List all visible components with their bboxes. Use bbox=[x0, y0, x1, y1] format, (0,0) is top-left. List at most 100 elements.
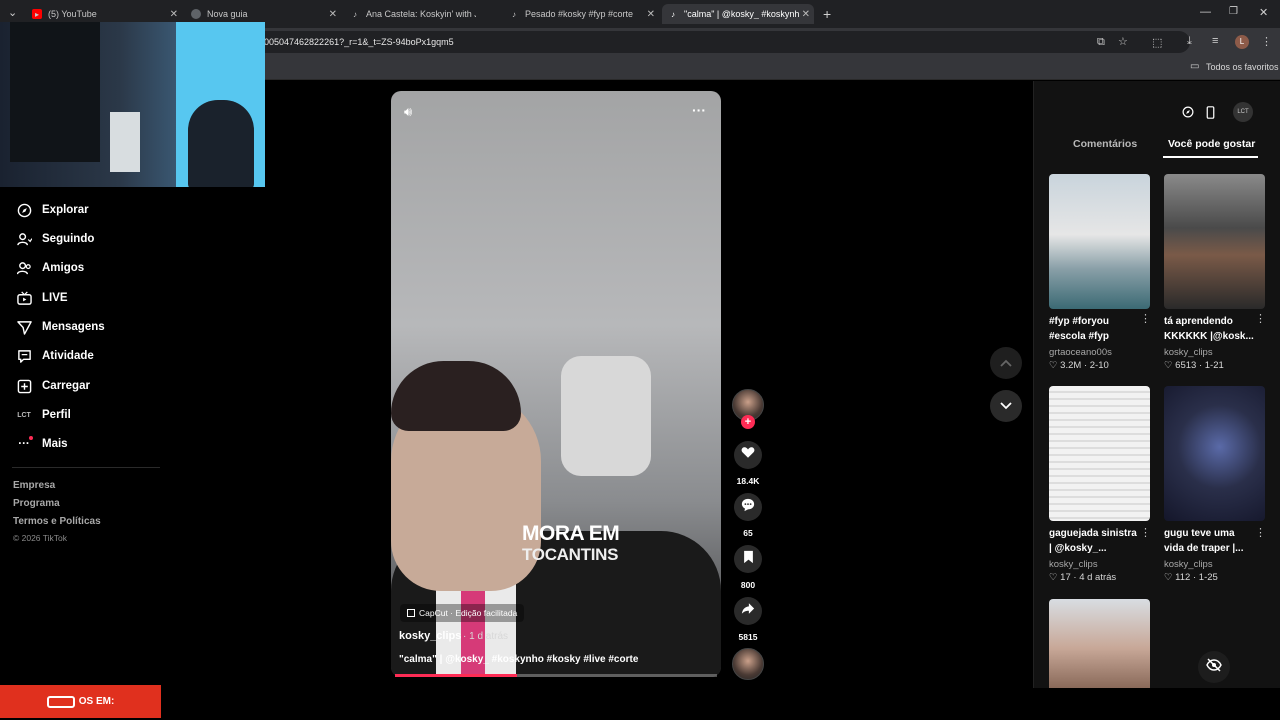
video-date: 4 d atrás bbox=[1079, 572, 1117, 583]
video-thumbnail[interactable] bbox=[1164, 174, 1265, 309]
nav-mais[interactable]: ··· Mais bbox=[16, 434, 68, 454]
video-title[interactable]: gaguejada sinistra | @kosky_... bbox=[1049, 526, 1139, 556]
video-title[interactable]: #fyp #foryou #escola #fyp bbox=[1049, 314, 1139, 344]
eye-off-icon bbox=[1206, 657, 1222, 677]
all-bookmarks-link[interactable]: Todos os favoritos bbox=[1206, 62, 1279, 72]
close-icon[interactable]: ✕ bbox=[170, 9, 178, 20]
capcut-label: CapCut · Edição facilitada bbox=[419, 608, 518, 618]
discover-icon[interactable] bbox=[1180, 104, 1196, 120]
save-count: 800 bbox=[740, 580, 756, 590]
live-banner[interactable]: OS EM: bbox=[0, 685, 161, 718]
video-title[interactable]: tá aprendendo KKKKKK |@kosk... bbox=[1164, 314, 1254, 344]
next-video-button[interactable] bbox=[990, 390, 1022, 422]
new-tab-icon[interactable]: + bbox=[823, 6, 831, 22]
install-app-icon[interactable]: ⧉ bbox=[1097, 36, 1105, 49]
video-player[interactable] bbox=[391, 91, 721, 677]
video-author[interactable]: kosky_clips bbox=[1164, 559, 1213, 570]
video-more-icon[interactable]: ⋮ bbox=[1255, 312, 1266, 325]
video-progress-bar[interactable] bbox=[395, 674, 717, 677]
tab-search-icon[interactable]: ⌄ bbox=[8, 6, 17, 19]
video-thumbnail[interactable] bbox=[1164, 386, 1265, 521]
tiktok-icon: ♪ bbox=[671, 9, 675, 19]
extensions-icon[interactable]: ⬚ bbox=[1152, 36, 1162, 49]
friends-icon bbox=[16, 260, 32, 276]
video-title[interactable]: gugu teve uma vida de traper |... bbox=[1164, 526, 1254, 556]
video-stats: ♡ 112 · 1-25 bbox=[1164, 572, 1218, 583]
footer-link-programa[interactable]: Programa bbox=[13, 498, 60, 509]
video-more-icon[interactable]: ⋮ bbox=[1140, 526, 1151, 539]
video-thumbnail[interactable] bbox=[1049, 599, 1150, 688]
tab-tiktok-2[interactable]: ♪ Pesado #kosky #fyp #corte | ko ✕ bbox=[509, 4, 655, 24]
previous-video-button[interactable] bbox=[990, 347, 1022, 379]
follow-plus-icon[interactable]: + bbox=[741, 415, 755, 429]
footer-link-termos[interactable]: Termos e Políticas bbox=[13, 516, 101, 527]
close-icon[interactable]: ✕ bbox=[647, 9, 655, 20]
nav-live[interactable]: LIVE bbox=[16, 288, 68, 308]
nav-label: Carregar bbox=[42, 380, 90, 392]
video-more-icon[interactable]: ⋮ bbox=[1255, 526, 1266, 539]
more-icon: ··· bbox=[16, 436, 33, 452]
activity-icon bbox=[16, 348, 32, 364]
volume-icon[interactable]: 🔊︎ bbox=[404, 104, 412, 120]
url-text[interactable]: 005047462822261?_r=1&_t=ZS-94boPx1gqm5 bbox=[264, 37, 454, 47]
nav-atividade[interactable]: Atividade bbox=[16, 346, 94, 366]
user-avatar-icon[interactable]: LCT bbox=[1233, 102, 1253, 122]
heart-icon bbox=[741, 446, 755, 464]
kebab-menu-icon[interactable]: ⋮ bbox=[1261, 35, 1272, 48]
video-likes: 17 bbox=[1060, 572, 1071, 583]
tab-tiktok-active[interactable]: ♪ "calma" | @kosky_ #koskynho # ✕ bbox=[662, 4, 814, 24]
tab-comentarios[interactable]: Comentários bbox=[1073, 138, 1137, 150]
nav-explorar[interactable]: Explorar bbox=[16, 200, 89, 220]
upload-icon bbox=[16, 378, 32, 394]
bookmark-star-icon[interactable]: ☆ bbox=[1118, 35, 1128, 48]
nav-perfil[interactable]: LCT Perfil bbox=[16, 405, 71, 425]
video-stats: ♡ 17 · 4 d atrás bbox=[1049, 572, 1116, 583]
share-icon bbox=[741, 602, 755, 620]
video-progress-fill bbox=[395, 674, 518, 677]
video-more-icon[interactable]: ⋮ bbox=[1140, 312, 1151, 325]
nav-seguindo[interactable]: Seguindo bbox=[16, 229, 94, 249]
active-tab-indicator bbox=[1163, 156, 1258, 158]
nav-amigos[interactable]: Amigos bbox=[16, 258, 84, 278]
tab-title: "calma" | @kosky_ #koskynho # bbox=[684, 9, 799, 19]
video-description[interactable]: "calma" | @kosky_ #koskynho #kosky #live… bbox=[399, 654, 638, 665]
heart-outline-icon: ♡ bbox=[1049, 572, 1058, 583]
hide-panel-button[interactable] bbox=[1198, 651, 1230, 683]
profile-avatar[interactable]: L bbox=[1235, 35, 1249, 49]
video-author[interactable]: kosky_clips bbox=[1049, 559, 1098, 570]
video-post-time: · 1 d atrás bbox=[463, 631, 509, 642]
video-thumbnail[interactable] bbox=[1049, 174, 1150, 309]
footer-link-empresa[interactable]: Empresa bbox=[13, 480, 55, 491]
close-icon[interactable]: ✕ bbox=[329, 9, 337, 20]
video-more-icon[interactable]: ··· bbox=[692, 102, 706, 118]
tab-voce-pode-gostar[interactable]: Você pode gostar bbox=[1168, 138, 1255, 150]
nav-label: Mais bbox=[42, 438, 68, 450]
capcut-badge[interactable]: CapCut · Edição facilitada bbox=[400, 604, 525, 622]
video-author[interactable]: kosky_clips bbox=[1164, 347, 1213, 358]
video-thumbnail[interactable] bbox=[1049, 386, 1150, 521]
user-follow-icon bbox=[16, 231, 32, 247]
save-button[interactable] bbox=[734, 545, 762, 573]
video-author[interactable]: grtaoceano00s bbox=[1049, 347, 1112, 358]
video-author[interactable]: kosky_clips bbox=[399, 630, 461, 642]
capcut-icon bbox=[407, 609, 415, 617]
nav-label: Amigos bbox=[42, 262, 85, 274]
restore-icon[interactable]: ❐ bbox=[1229, 6, 1238, 17]
music-disc-avatar[interactable] bbox=[732, 648, 764, 680]
share-button[interactable] bbox=[734, 597, 762, 625]
tab-youtube[interactable]: ▸ (5) YouTube ✕ bbox=[32, 4, 178, 24]
tab-new[interactable]: Nova guia ✕ bbox=[191, 4, 337, 24]
heart-outline-icon: ♡ bbox=[1164, 360, 1173, 371]
comment-button[interactable] bbox=[734, 493, 762, 521]
close-icon[interactable]: ✕ bbox=[802, 9, 810, 20]
mobile-icon[interactable] bbox=[1202, 104, 1218, 120]
media-icon[interactable]: ≡ bbox=[1212, 35, 1218, 47]
like-button[interactable] bbox=[734, 441, 762, 469]
close-window-icon[interactable]: ✕ bbox=[1259, 6, 1268, 19]
tab-tiktok-1[interactable]: ♪ Ana Castela: Koskyin' with Jon V bbox=[350, 4, 496, 24]
minimize-icon[interactable]: — bbox=[1200, 6, 1211, 18]
video-caption-line2: TOCANTINS bbox=[522, 545, 619, 564]
download-icon[interactable]: ⤓ bbox=[1187, 35, 1192, 48]
nav-carregar[interactable]: Carregar bbox=[16, 376, 90, 396]
nav-mensagens[interactable]: Mensagens bbox=[16, 317, 105, 337]
